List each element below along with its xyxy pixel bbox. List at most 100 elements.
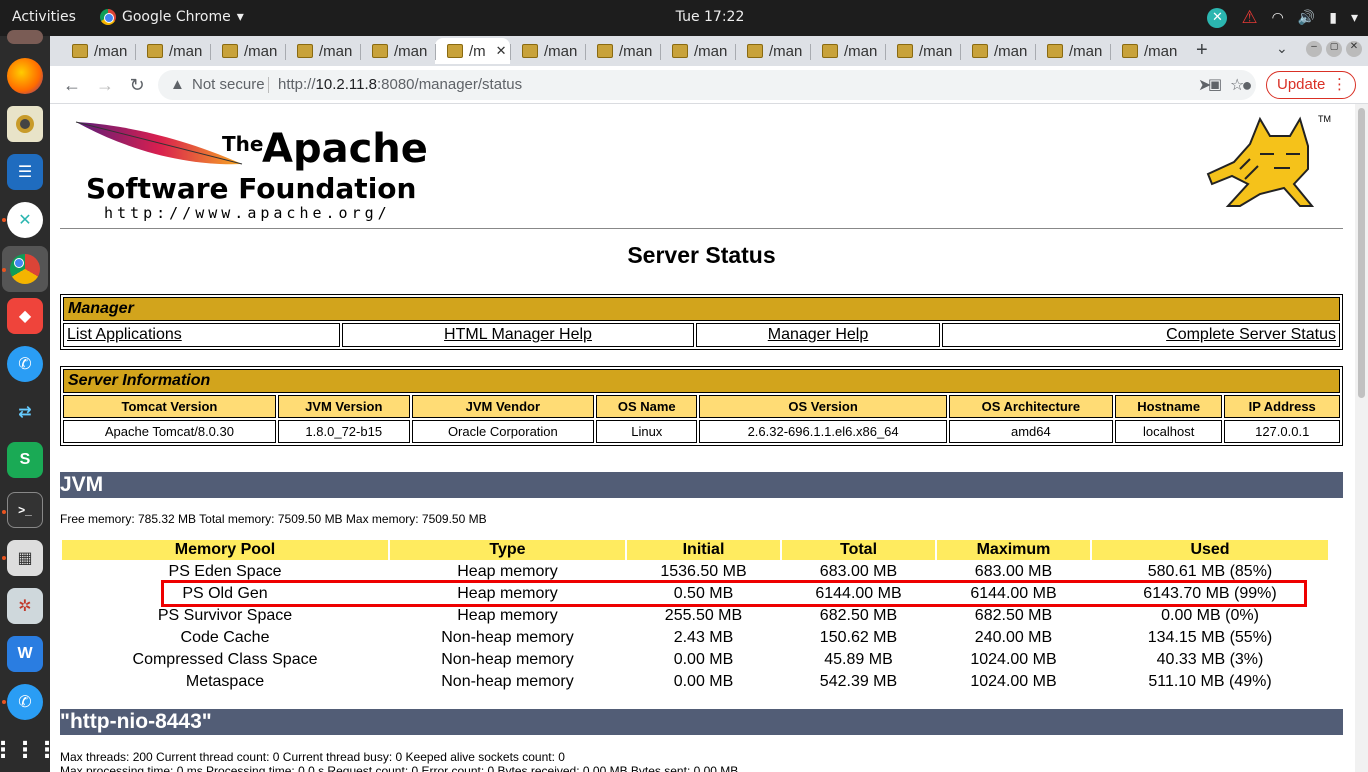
page-scrollbar[interactable]: [1355, 104, 1368, 772]
browser-tab[interactable]: /man: [135, 38, 210, 64]
spreadsheet-icon[interactable]: S: [7, 442, 43, 478]
url-scheme: http://: [278, 76, 316, 93]
wps-icon[interactable]: W: [7, 636, 43, 672]
memory-pool-cell: 542.39 MB: [819, 673, 898, 690]
tomcat-favicon-icon: [372, 44, 388, 58]
tab-separator: [135, 44, 136, 60]
tab-separator: [960, 44, 961, 60]
memory-pool-table: Memory Pool Type Initial Total Maximum Used P…: [60, 538, 1330, 694]
profile-avatar-icon[interactable]: ●: [1236, 74, 1258, 96]
system-tray[interactable]: ✕ ⚠ ◠ 🔊 ▮ ▾: [1207, 7, 1358, 28]
clock[interactable]: Tue 17:22: [640, 9, 780, 25]
tab-title: /m: [469, 42, 486, 60]
browser-tab[interactable]: /m ✕: [435, 38, 510, 64]
close-window-icon[interactable]: ✕: [1346, 41, 1362, 57]
memory-pool-cell: Metaspace: [185, 673, 265, 690]
browser-tab[interactable]: /man: [585, 38, 660, 64]
browser-tab[interactable]: /man: [960, 38, 1035, 64]
close-tab-icon[interactable]: ✕: [496, 43, 507, 59]
app-menu[interactable]: Google Chrome ▾: [100, 9, 244, 25]
browser-tab[interactable]: /man: [60, 38, 135, 64]
browser-tab[interactable]: /man: [510, 38, 585, 64]
tab-separator: [810, 44, 811, 60]
server-info-heading: Server Information: [63, 369, 1340, 393]
memory-pool-cell: Non-heap memory: [441, 629, 574, 646]
tomcat-favicon-icon: [447, 44, 463, 58]
tomcat-favicon-icon: [822, 44, 838, 58]
scrollbar-thumb[interactable]: [1358, 108, 1365, 398]
tab-title: /man: [319, 42, 353, 60]
page-title: Server Status: [627, 242, 776, 268]
tomcat-cat-icon: [1206, 116, 1315, 207]
settings-icon[interactable]: ✲: [7, 588, 43, 624]
minimize-icon[interactable]: –: [1306, 41, 1322, 57]
browser-tab[interactable]: /man: [1035, 38, 1110, 64]
browser-tab[interactable]: /man: [660, 38, 735, 64]
browser-tab[interactable]: /man: [735, 38, 810, 64]
tomcat-logo[interactable]: TM: [1190, 114, 1331, 214]
tomcat-favicon-icon: [222, 44, 238, 58]
forward-icon[interactable]: →: [94, 74, 116, 96]
tab-title: /man: [1144, 42, 1178, 60]
chevron-down-icon[interactable]: ▾: [1351, 10, 1358, 26]
manager-table: Manager List Applications HTML Manager H…: [60, 294, 1343, 350]
browser-tab[interactable]: /man: [360, 38, 435, 64]
chrome-icon: [100, 9, 116, 25]
update-button[interactable]: Update ⋮: [1266, 71, 1356, 99]
server-info-header-cell: Tomcat Version: [63, 395, 276, 418]
nomachine-icon[interactable]: ✕: [7, 202, 43, 238]
complete-server-status-link[interactable]: Complete Server Status: [942, 323, 1340, 347]
tab-search-icon[interactable]: ⌄: [1276, 40, 1288, 57]
firefox-icon[interactable]: [7, 58, 43, 94]
list-applications-link[interactable]: List Applications: [63, 323, 340, 347]
browser-tab[interactable]: /man: [810, 38, 885, 64]
phone2-icon[interactable]: ✆: [7, 684, 43, 720]
volume-icon[interactable]: 🔊: [1298, 10, 1315, 26]
anydesk-icon[interactable]: ◆: [7, 298, 43, 334]
tomcat-favicon-icon: [972, 44, 988, 58]
security-label[interactable]: Not secure: [192, 76, 265, 93]
back-icon[interactable]: ←: [61, 74, 83, 96]
app-menu-label: Google Chrome: [122, 9, 231, 25]
new-tab-icon[interactable]: +: [1196, 39, 1208, 62]
url-text[interactable]: http://10.2.11.8:8080/manager/status: [278, 76, 522, 93]
server-information-table: Server Information Tomcat Version JVM Ver…: [60, 366, 1343, 446]
warning-icon[interactable]: ⚠: [1241, 7, 1257, 28]
browser-tab[interactable]: /man: [285, 38, 360, 64]
tab-title: /man: [844, 42, 878, 60]
apache-logo-apache: Apache: [262, 126, 428, 172]
html-manager-help-link[interactable]: HTML Manager Help: [342, 323, 694, 347]
nomachine-tray-icon[interactable]: ✕: [1207, 7, 1228, 28]
terminal-icon[interactable]: >_: [7, 492, 43, 528]
memory-pool-cell: 1536.50 MB: [660, 563, 747, 580]
writer-icon[interactable]: ☰: [7, 154, 43, 190]
battery-icon[interactable]: ▮: [1329, 10, 1337, 26]
browser-tab[interactable]: /man: [210, 38, 285, 64]
apache-logo[interactable]: The Apache Software Foundation http://ww…: [74, 114, 454, 224]
browser-tab[interactable]: /man: [885, 38, 960, 64]
app-grid-icon[interactable]: ⋮⋮⋮: [0, 732, 58, 768]
chrome-dock-icon[interactable]: [2, 246, 48, 292]
tab-separator: [1110, 44, 1111, 60]
calculator-icon[interactable]: ▦: [7, 540, 43, 576]
phone-icon[interactable]: ✆: [7, 346, 43, 382]
reload-icon[interactable]: ↻: [126, 74, 148, 96]
omnibox-divider: [268, 77, 269, 93]
network-icon[interactable]: ⇄: [7, 394, 43, 430]
tomcat-favicon-icon: [897, 44, 913, 58]
warning-triangle-icon[interactable]: ▲: [170, 76, 185, 93]
server-info-header-cell: JVM Version: [277, 395, 410, 418]
tab-separator: [735, 44, 736, 60]
activities-button[interactable]: Activities: [12, 9, 76, 25]
tomcat-favicon-icon: [672, 44, 688, 58]
wifi-icon[interactable]: ◠: [1272, 10, 1284, 26]
manager-help-link[interactable]: Manager Help: [696, 323, 940, 347]
tab-title: /man: [94, 42, 128, 60]
maximize-icon[interactable]: ▢: [1326, 41, 1342, 57]
side-panel-icon[interactable]: ▣: [1204, 74, 1226, 96]
rhythmbox-icon[interactable]: [7, 106, 43, 142]
memory-pool-cell: 0.00 MB: [673, 651, 734, 668]
address-bar[interactable]: ▲ Not secure http://10.2.11.8:8080/manag…: [158, 70, 1256, 100]
browser-tab[interactable]: /man: [1110, 38, 1185, 64]
files-icon[interactable]: [7, 30, 43, 44]
